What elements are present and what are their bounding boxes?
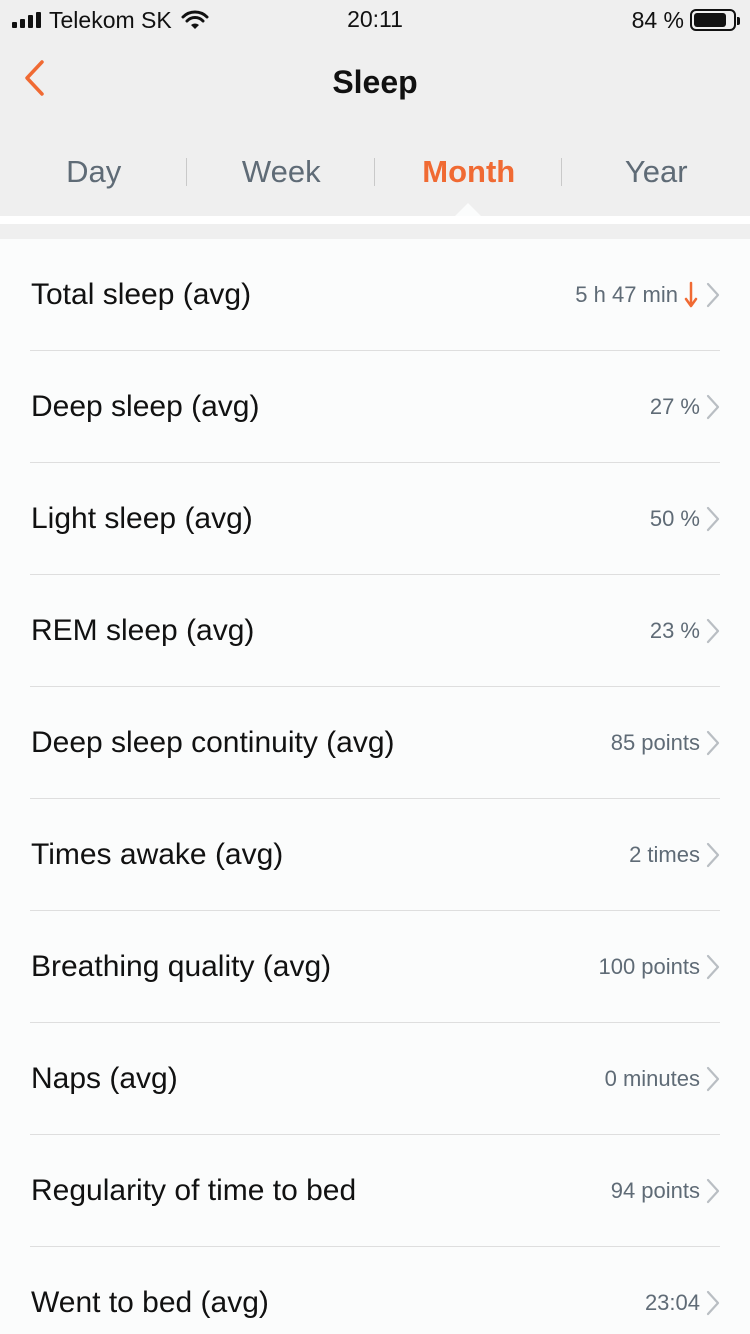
row-value: 94 points [610, 1178, 700, 1203]
row-value: 50 % [649, 506, 700, 531]
row-label: Times awake (avg) [31, 838, 284, 871]
chevron-right-icon [706, 394, 720, 420]
chevron-right-icon [706, 1066, 720, 1092]
status-right: 84 % [631, 6, 740, 34]
tab-label: Day [66, 154, 122, 189]
row-label: Regularity of time to bed [31, 1174, 357, 1207]
row-value: 85 points [610, 730, 700, 755]
row-label: Light sleep (avg) [31, 502, 253, 535]
tab-label: Week [241, 154, 321, 189]
list-item-deep-sleep-continuity[interactable]: Deep sleep continuity (avg) 85 points [0, 687, 750, 799]
tab-day[interactable]: Day [0, 140, 188, 204]
list-item-times-awake[interactable]: Times awake (avg) 2 times [0, 799, 750, 911]
chevron-right-icon [706, 1290, 720, 1316]
row-label: Naps (avg) [31, 1062, 178, 1095]
trend-down-icon [684, 281, 698, 308]
row-value: 23:04 [644, 1290, 700, 1315]
period-tabs: Day Week Month Year [0, 140, 750, 204]
tab-month[interactable]: Month [375, 140, 563, 204]
tab-year[interactable]: Year [563, 140, 750, 204]
row-value: 5 h 47 min [575, 282, 678, 307]
chevron-right-icon [706, 954, 720, 980]
chevron-right-icon [706, 1178, 720, 1204]
status-bar: Telekom SK 20:11 84 % [0, 0, 750, 40]
list-item-deep-sleep[interactable]: Deep sleep (avg) 27 % [0, 351, 750, 463]
chevron-right-icon [706, 618, 720, 644]
row-value: 27 % [649, 394, 700, 419]
list-item-light-sleep[interactable]: Light sleep (avg) 50 % [0, 463, 750, 575]
tab-label: Month [422, 154, 516, 189]
chevron-right-icon [706, 506, 720, 532]
battery-icon [690, 9, 740, 31]
row-value: 0 minutes [604, 1066, 700, 1091]
list-item-naps[interactable]: Naps (avg) 0 minutes [0, 1023, 750, 1135]
list-item-rem-sleep[interactable]: REM sleep (avg) 23 % [0, 575, 750, 687]
active-tab-pointer [455, 203, 481, 216]
row-label: Went to bed (avg) [31, 1286, 269, 1319]
row-label: Deep sleep (avg) [31, 390, 260, 423]
battery-cap [737, 17, 740, 25]
list-item-total-sleep[interactable]: Total sleep (avg) 5 h 47 min [0, 239, 750, 351]
row-label: Total sleep (avg) [31, 278, 252, 311]
tab-label: Year [624, 154, 688, 189]
nav-bar: Sleep [0, 44, 750, 124]
tab-divider [186, 158, 187, 186]
row-value: 2 times [629, 842, 700, 867]
chevron-right-icon [706, 730, 720, 756]
battery-percent: 84 % [631, 6, 684, 33]
tab-divider [374, 158, 375, 186]
header: Telekom SK 20:11 84 % Sleep Day Week Mon… [0, 0, 750, 216]
list-item-went-to-bed[interactable]: Went to bed (avg) 23:04 [0, 1247, 750, 1334]
chevron-right-icon [706, 282, 720, 308]
divider [0, 216, 750, 224]
list-item-regularity[interactable]: Regularity of time to bed 94 points [0, 1135, 750, 1247]
chevron-right-icon [706, 842, 720, 868]
row-label: Breathing quality (avg) [31, 950, 332, 983]
row-value: 23 % [649, 618, 700, 643]
row-label: Deep sleep continuity (avg) [31, 726, 395, 759]
tab-week[interactable]: Week [188, 140, 376, 204]
list-item-breathing-quality[interactable]: Breathing quality (avg) 100 points [0, 911, 750, 1023]
row-label: REM sleep (avg) [31, 614, 255, 647]
battery-fill [694, 13, 726, 27]
divider [0, 224, 750, 239]
sleep-stats-list: Total sleep (avg) 5 h 47 min Deep sleep … [0, 239, 750, 1334]
row-value: 100 points [598, 954, 700, 979]
tab-divider [561, 158, 562, 186]
page-title: Sleep [332, 64, 418, 100]
